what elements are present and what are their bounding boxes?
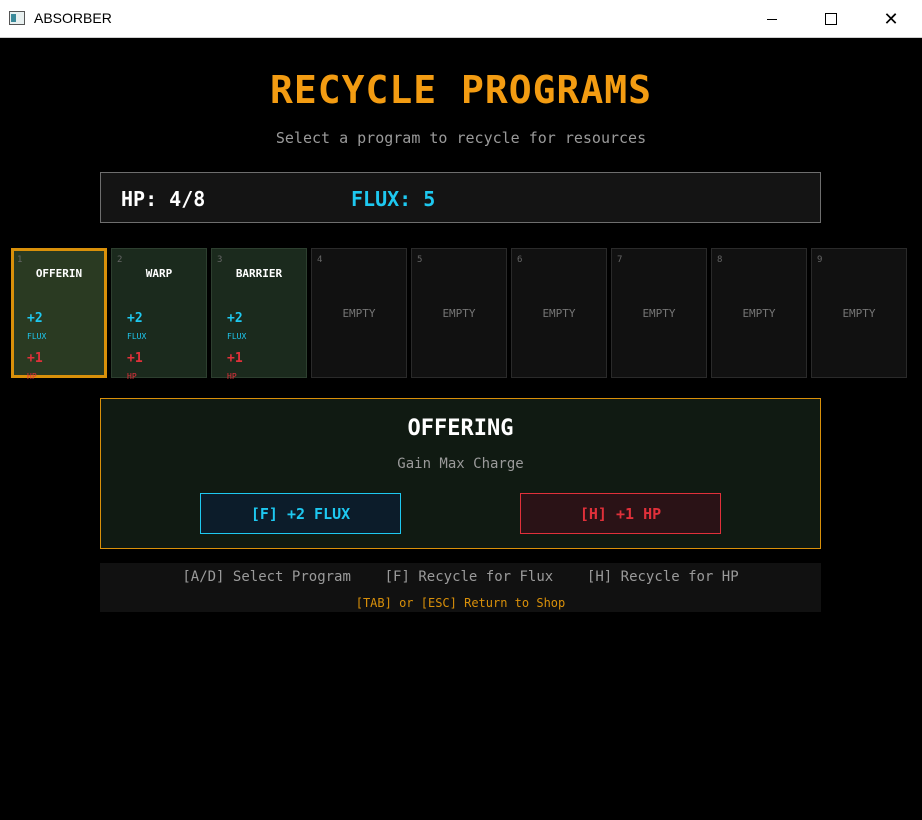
slot-flux-value: +2	[27, 311, 43, 326]
slot-program-name: OFFERIN	[35, 267, 83, 280]
program-slot-empty[interactable]: 8 EMPTY	[711, 248, 807, 378]
slot-hp-label: HP	[127, 372, 137, 381]
window-title: ABSORBER	[34, 10, 112, 26]
maximize-icon	[825, 13, 837, 25]
slot-program-name: WARP	[145, 267, 173, 280]
slot-number: 8	[717, 255, 723, 265]
slot-empty-label: EMPTY	[642, 307, 676, 320]
slot-flux-value: +2	[227, 311, 243, 326]
stats-bar: HP: 4/8 FLUX: 5	[100, 172, 821, 223]
slot-number: 4	[317, 255, 323, 265]
page-subtitle: Select a program to recycle for resource…	[275, 129, 647, 147]
window-titlebar: ABSORBER ✕	[0, 0, 922, 38]
slot-number: 1	[17, 255, 23, 265]
program-slot[interactable]: 2 WARP +2 FLUX +1 HP	[111, 248, 207, 381]
minimize-icon	[767, 18, 777, 20]
flux-stat: FLUX: 5	[351, 187, 436, 211]
program-slot-empty[interactable]: 7 EMPTY	[611, 248, 707, 378]
program-slot-empty[interactable]: 9 EMPTY	[811, 248, 907, 378]
slot-empty-label: EMPTY	[542, 307, 576, 320]
maximize-button[interactable]	[801, 0, 861, 38]
controls-help: [A/D] Select Program [F] Recycle for Flu…	[100, 563, 821, 612]
controls-help-keys: [A/D] Select Program [F] Recycle for Flu…	[182, 569, 739, 585]
program-slot-empty[interactable]: 6 EMPTY	[511, 248, 607, 378]
program-slot[interactable]: 1 OFFERIN +2 FLUX +1 HP	[11, 248, 107, 381]
slot-program-name: BARRIER	[235, 267, 283, 280]
slot-flux-label: FLUX	[227, 332, 247, 341]
recycle-hp-button[interactable]: [H] +1 HP	[520, 493, 721, 534]
program-slot-empty[interactable]: 5 EMPTY	[411, 248, 507, 378]
close-icon: ✕	[883, 8, 899, 29]
program-detail-title: OFFERING	[407, 416, 514, 441]
slot-hp-label: HP	[227, 372, 237, 381]
page-title: RECYCLE PROGRAMS	[269, 68, 653, 112]
game-canvas: RECYCLE PROGRAMS Select a program to rec…	[1, 38, 921, 819]
close-button[interactable]: ✕	[861, 0, 921, 38]
app-icon	[9, 11, 25, 25]
minimize-button[interactable]	[742, 0, 802, 38]
program-slot[interactable]: 3 BARRIER +2 FLUX +1 HP	[211, 248, 307, 381]
slot-flux-label: FLUX	[127, 332, 147, 341]
program-slot-empty[interactable]: 4 EMPTY	[311, 248, 407, 378]
hp-stat: HP: 4/8	[121, 187, 206, 211]
program-detail-description: Gain Max Charge	[397, 456, 524, 472]
slot-number: 7	[617, 255, 623, 265]
slot-empty-label: EMPTY	[342, 307, 376, 320]
slot-hp-label: HP	[27, 372, 37, 381]
slot-number: 9	[817, 255, 823, 265]
slot-number: 6	[517, 255, 523, 265]
slot-empty-label: EMPTY	[442, 307, 476, 320]
slot-flux-label: FLUX	[27, 332, 47, 341]
recycle-flux-button[interactable]: [F] +2 FLUX	[200, 493, 401, 534]
program-detail-panel: OFFERING Gain Max Charge [F] +2 FLUX [H]…	[100, 398, 821, 549]
slot-flux-value: +2	[127, 311, 143, 326]
slot-empty-label: EMPTY	[842, 307, 876, 320]
controls-help-return: [TAB] or [ESC] Return to Shop	[355, 596, 566, 610]
slot-hp-value: +1	[27, 351, 43, 366]
slot-hp-value: +1	[227, 351, 243, 366]
slot-hp-value: +1	[127, 351, 143, 366]
slot-number: 5	[417, 255, 423, 265]
slot-number: 2	[117, 255, 123, 265]
slot-empty-label: EMPTY	[742, 307, 776, 320]
slot-number: 3	[217, 255, 223, 265]
